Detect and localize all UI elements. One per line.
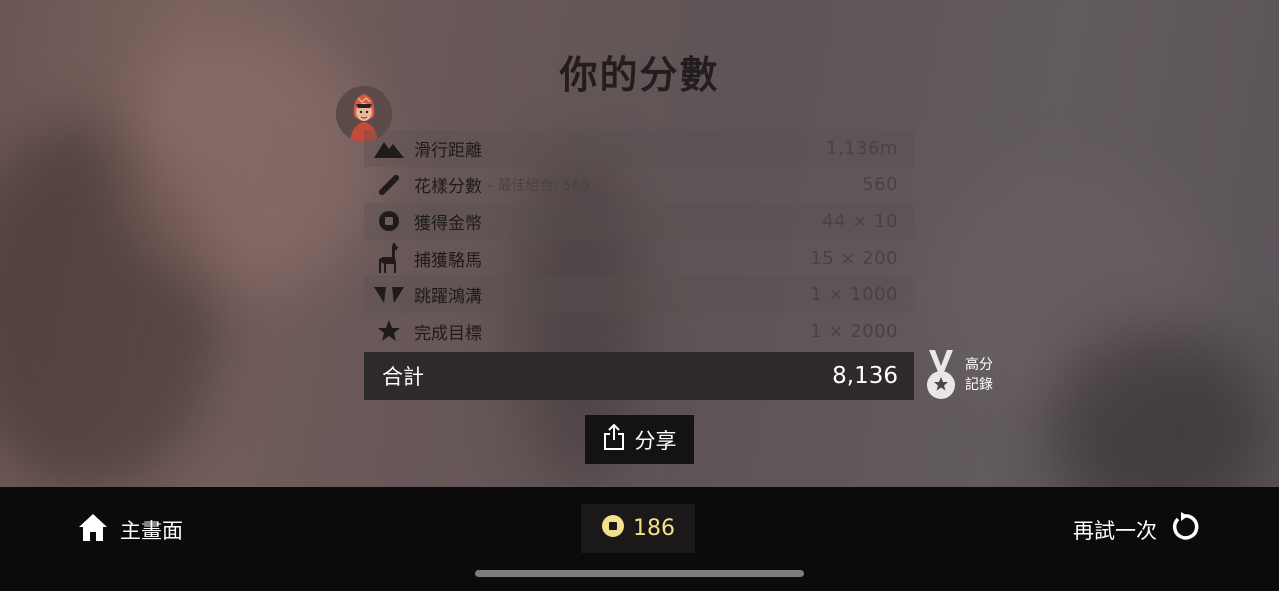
high-score-line1: 高分 [965,357,993,373]
snowboard-icon [364,173,414,197]
share-icon [603,423,625,455]
row-llamas: 捕獲駱馬 15 × 200 [364,240,914,277]
home-icon [78,512,108,547]
row-label: 完成目標 [414,323,482,344]
share-label: 分享 [634,428,677,453]
row-distance: 滑行距離 1,136m [364,130,914,167]
medal-icon [926,350,956,402]
home-label: 主畫面 [120,518,183,543]
total-row: 合計 8,136 [364,352,914,400]
coin-balance: 186 [581,504,695,553]
retry-icon [1169,512,1199,547]
row-label: 獲得金幣 [414,213,482,234]
row-coins: 獲得金幣 44 × 10 [364,203,914,240]
row-label: 滑行距離 [414,140,482,161]
high-score-label: 高分 記錄 [965,355,993,395]
row-value: 15 × 200 [810,247,898,269]
score-breakdown: 滑行距離 1,136m 花樣分數 - 最佳組合: 560 560 獲得金幣 44… [364,130,914,350]
row-sub: - 最佳組合: 560 [488,177,590,194]
row-value: 1 × 1000 [810,284,898,306]
row-chasms: 跳躍鴻溝 1 × 1000 [364,276,914,313]
row-value: 560 [862,174,898,196]
row-goals: 完成目標 1 × 2000 [364,313,914,350]
coin-icon [601,514,625,544]
row-value: 1 × 2000 [810,320,898,342]
row-label: 花樣分數 [414,177,482,198]
high-score-line2: 記錄 [965,377,993,393]
row-label: 捕獲駱馬 [414,250,482,271]
share-button[interactable]: 分享 [585,415,694,464]
retry-button[interactable]: 再試一次 [1073,512,1199,547]
total-label: 合計 [382,365,424,389]
row-value: 1,136m [825,137,898,159]
total-value: 8,136 [832,363,898,389]
coin-count: 186 [633,516,675,541]
row-value: 44 × 10 [822,210,898,232]
chasm-icon [364,286,414,303]
star-icon [364,319,414,343]
row-tricks: 花樣分數 - 最佳組合: 560 560 [364,167,914,204]
mountain-icon [364,138,414,159]
page-title: 你的分數 [559,53,720,97]
llama-icon [364,243,414,274]
home-button[interactable]: 主畫面 [78,512,183,547]
home-indicator[interactable] [475,570,804,577]
row-label: 跳躍鴻溝 [414,287,482,308]
coin-icon [364,210,414,232]
retry-label: 再試一次 [1073,518,1157,543]
